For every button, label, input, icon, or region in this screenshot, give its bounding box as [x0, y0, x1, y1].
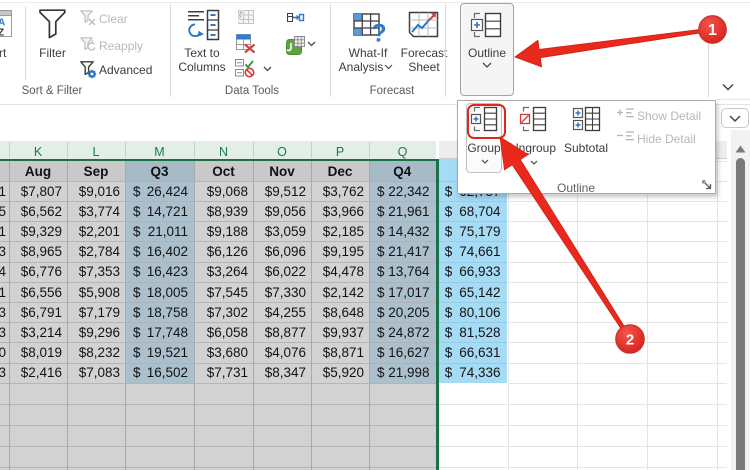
svg-text:1: 1	[708, 22, 717, 39]
svg-text:2: 2	[626, 332, 634, 349]
